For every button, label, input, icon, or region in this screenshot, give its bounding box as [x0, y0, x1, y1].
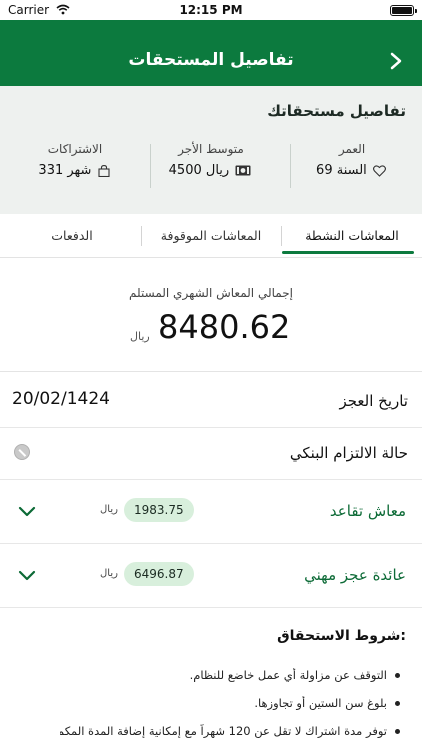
bank-status-label: حالة الالتزام البنكي [289, 444, 408, 462]
chevron-down-icon[interactable] [18, 506, 36, 518]
heart-icon [372, 164, 386, 177]
disabled-status-icon [14, 444, 30, 460]
benefit-amount-pill: 6496.87 [124, 562, 194, 586]
benefit-currency: ريال [100, 568, 118, 579]
back-chevron-icon[interactable] [388, 52, 404, 70]
bullet-icon [395, 701, 400, 706]
age-stat: العمر 69 السنة [282, 142, 422, 190]
salary-label: متوسط الأجر [178, 142, 244, 156]
benefit-row[interactable]: معاش تقاعد 1983.75 ريال [0, 480, 422, 544]
summary-panel: تفاصيل مستحقاتك العمر 69 السنة متوسط الأ… [0, 86, 422, 214]
status-bar: Carrier 12:15 PM [0, 0, 422, 20]
condition-item: التوقف عن مزاولة أي عمل خاضع للنظام. [60, 668, 400, 682]
disability-date-value: 20/02/1424 [12, 389, 110, 409]
condition-text: التوقف عن مزاولة أي عمل خاضع للنظام. [189, 668, 387, 682]
clock: 12:15 PM [179, 3, 243, 17]
benefit-amount-pill: 1983.75 [124, 498, 194, 522]
summary-heading: تفاصيل مستحقاتك [267, 102, 406, 120]
total-amount: 8480.62 [158, 308, 291, 346]
tab-payments[interactable]: الدفعات [2, 214, 142, 258]
disability-date-row: تاريخ العجز 20/02/1424 [0, 372, 422, 428]
condition-text: بلوغ سن الستين أو تجاوزها. [254, 696, 387, 710]
eligibility-conditions: شروط الاستحقاق: التوقف عن مزاولة أي عمل … [0, 608, 422, 750]
chevron-down-icon[interactable] [18, 570, 36, 582]
subscriptions-stat: الاشتراكات 331 شهر [5, 142, 145, 190]
benefit-row[interactable]: عائدة عجز مهني 6496.87 ريال [0, 544, 422, 608]
disability-date-label: تاريخ العجز [339, 392, 408, 410]
page-title: تفاصيل المستحقات [128, 50, 294, 70]
benefit-label: عائدة عجز مهني [304, 566, 406, 584]
subscriptions-label: الاشتراكات [47, 142, 103, 156]
shopping-bag-icon [98, 164, 110, 177]
battery-icon [390, 5, 417, 16]
subscriptions-value: 331 شهر [38, 163, 92, 178]
age-value: 69 السنة [316, 163, 367, 178]
conditions-title: شروط الاستحقاق: [277, 628, 406, 644]
benefit-label: معاش تقاعد [329, 502, 406, 520]
condition-item: توفر مدة اشتراك لا تقل عن 120 شهراً مع إ… [60, 724, 400, 738]
bullet-icon [395, 673, 400, 678]
bank-status-row: حالة الالتزام البنكي [0, 428, 422, 480]
divider [290, 144, 291, 188]
benefit-currency: ريال [100, 504, 118, 515]
salary-value-wrap: 4500 ريال [141, 163, 281, 178]
total-pension-card: إجمالي المعاش الشهري المستلم 8480.62 ريا… [0, 262, 422, 372]
condition-item: بلوغ سن الستين أو تجاوزها. [60, 696, 400, 710]
tab-bar: المعاشات النشطة المعاشات الموقوفة الدفعا… [0, 214, 422, 258]
tab-separator [281, 226, 282, 246]
tab-suspended-pensions[interactable]: المعاشات الموقوفة [141, 214, 281, 258]
salary-value: 4500 ريال [168, 163, 230, 178]
subscriptions-value-wrap: 331 شهر [5, 163, 145, 178]
navigation-bar: تفاصيل المستحقات [0, 20, 422, 86]
bullet-icon [395, 729, 400, 734]
divider [150, 144, 151, 188]
active-tab-indicator [282, 251, 414, 254]
total-currency: ريال [130, 330, 150, 343]
age-value-wrap: 69 السنة [282, 163, 422, 178]
age-label: العمر [338, 142, 366, 156]
total-label: إجمالي المعاش الشهري المستلم [129, 286, 293, 300]
salary-stat: متوسط الأجر 4500 ريال [141, 142, 281, 190]
cash-icon [235, 165, 251, 176]
condition-text: توفر مدة اشتراك لا تقل عن 120 شهراً مع إ… [60, 724, 387, 738]
